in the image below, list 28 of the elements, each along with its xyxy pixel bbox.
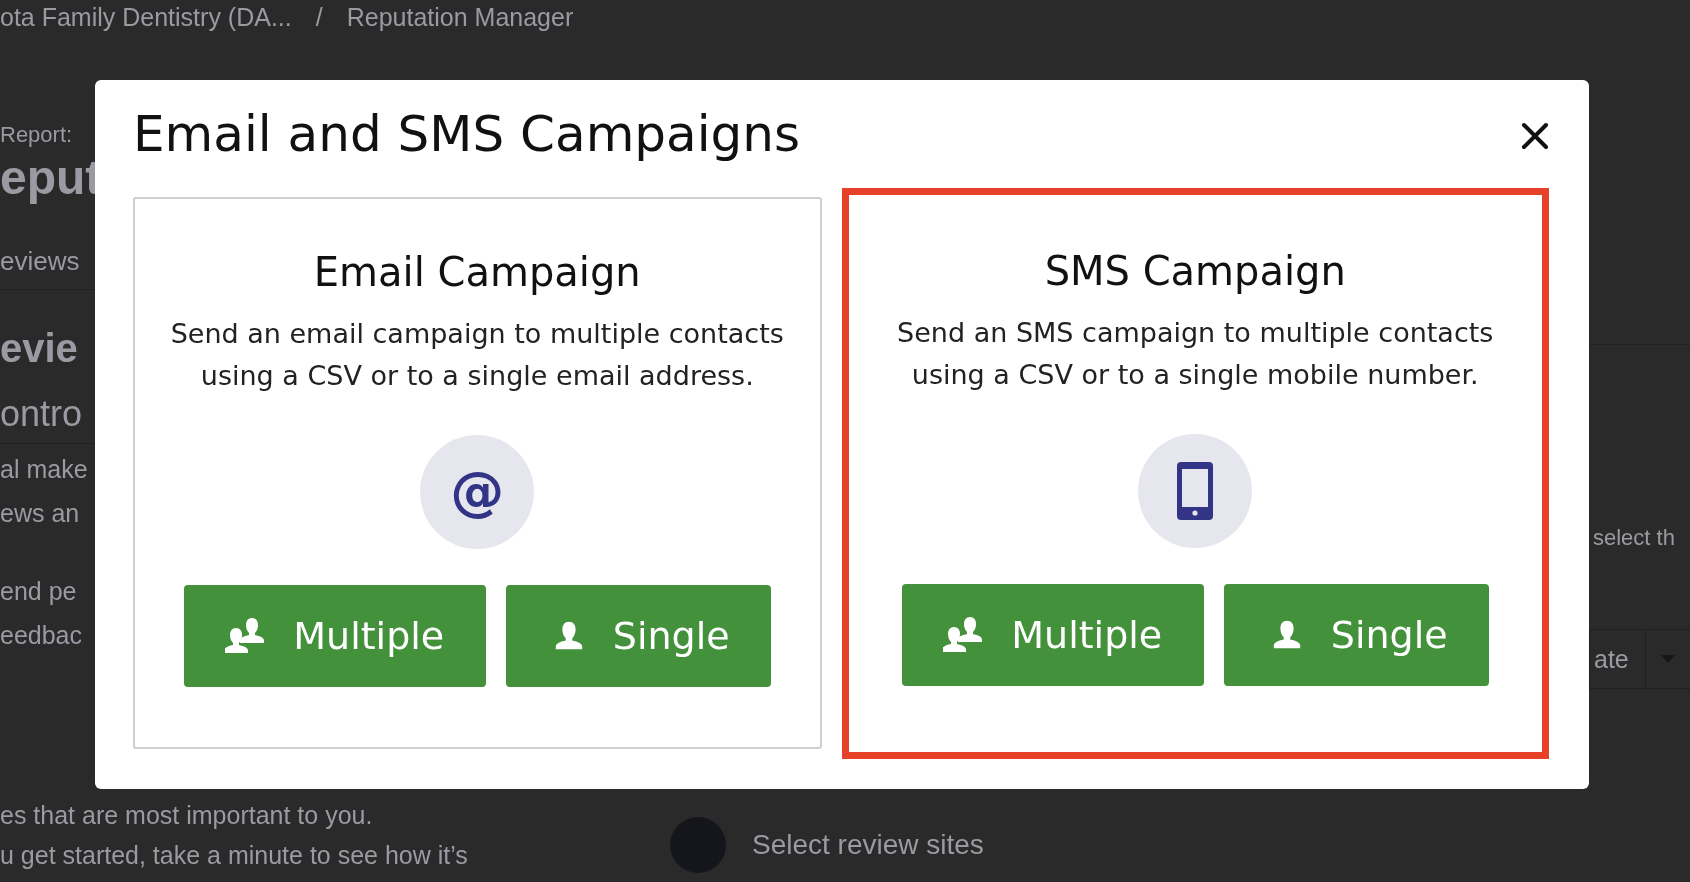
- multiple-button[interactable]: Multiple: [183, 585, 486, 687]
- card-description: using a CSV or to a single mobile number.: [911, 358, 1479, 392]
- single-button[interactable]: Single: [1223, 584, 1489, 686]
- body-text: select th: [1592, 525, 1676, 551]
- mobile-phone-icon: [1177, 462, 1214, 520]
- card-description: Send an SMS campaign to multiple contacts: [897, 316, 1494, 350]
- body-text: es that are most important to you.: [0, 800, 374, 831]
- report-label: Report:: [0, 122, 74, 148]
- breadcrumb-separator: /: [315, 2, 323, 33]
- body-text: u get started, take a minute to see how it’s: [0, 840, 469, 871]
- step-label: Select review sites: [752, 829, 984, 861]
- breadcrumb-link[interactable]: ota Family Dentistry (DA...: [0, 0, 292, 34]
- body-text: ews an: [0, 498, 81, 529]
- card-description: using a CSV or to a single email address.: [200, 359, 754, 393]
- card-title: Email Campaign: [313, 249, 641, 295]
- multiple-button[interactable]: Multiple: [901, 584, 1204, 686]
- page-title: eput: [0, 150, 95, 206]
- body-text: eedbac: [0, 620, 84, 651]
- section-heading: evie: [0, 326, 79, 371]
- at-sign-icon: @: [450, 465, 505, 519]
- close-button[interactable]: [1521, 122, 1549, 150]
- dialog-title: Email and SMS Campaigns: [133, 104, 801, 165]
- body-text: end pe: [0, 576, 78, 607]
- breadcrumb-link[interactable]: Reputation Manager: [346, 0, 574, 34]
- card-title: SMS Campaign: [1044, 248, 1346, 294]
- body-text: al make: [0, 454, 89, 485]
- card-description: Send an email campaign to multiple contacts: [170, 317, 784, 351]
- single-button[interactable]: Single: [505, 585, 771, 687]
